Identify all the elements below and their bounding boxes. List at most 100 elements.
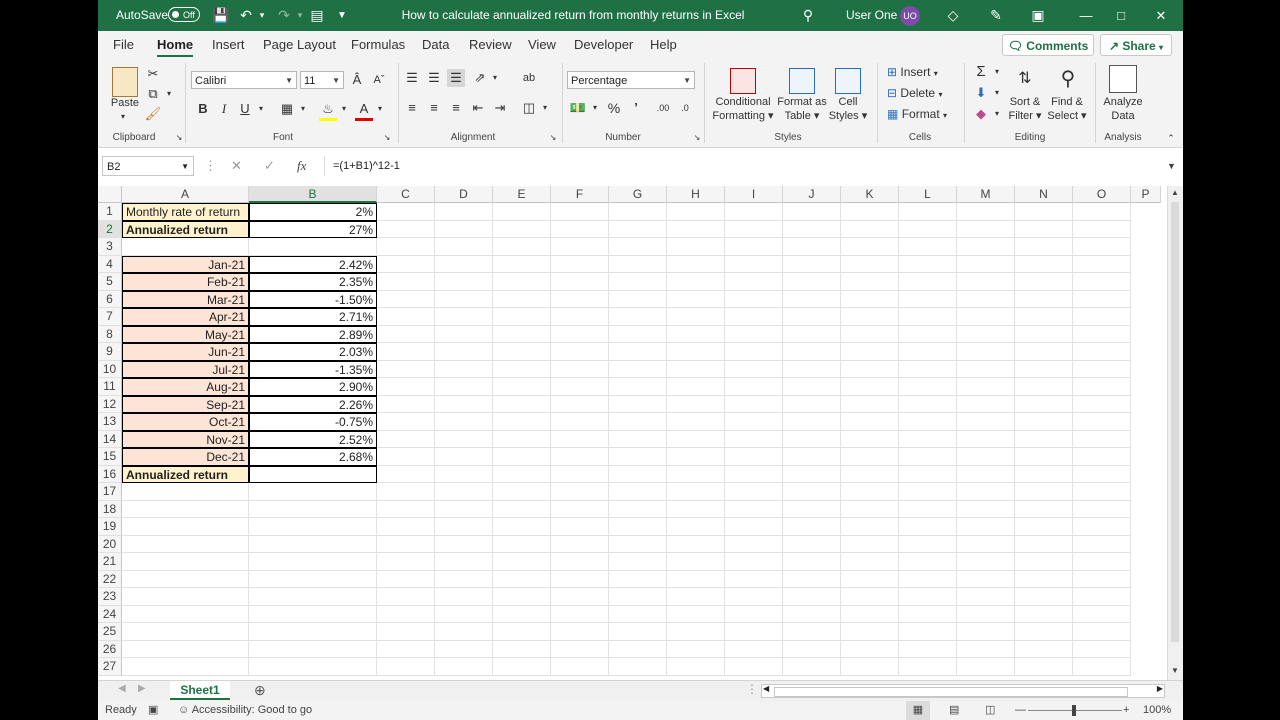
- cell-e20[interactable]: [493, 535, 551, 553]
- cell-i7[interactable]: [725, 308, 783, 326]
- cell-c24[interactable]: [377, 605, 435, 623]
- cell-o5[interactable]: [1073, 273, 1131, 291]
- cell-k17[interactable]: [841, 483, 899, 501]
- cell-i17[interactable]: [725, 483, 783, 501]
- cell-o8[interactable]: [1073, 325, 1131, 343]
- cell-d4[interactable]: [435, 255, 493, 273]
- cell-g19[interactable]: [609, 518, 667, 536]
- cell-e12[interactable]: [493, 395, 551, 413]
- cell-b5[interactable]: 2.35%: [249, 273, 377, 291]
- cell-i20[interactable]: [725, 535, 783, 553]
- cell-h26[interactable]: [667, 640, 725, 658]
- percent-style-icon[interactable]: %: [605, 99, 623, 117]
- cell-h2[interactable]: [667, 220, 725, 238]
- column-header-b[interactable]: B: [249, 186, 377, 203]
- cell-d25[interactable]: [435, 623, 493, 641]
- cell-f11[interactable]: [551, 378, 609, 396]
- cell-m17[interactable]: [957, 483, 1015, 501]
- cell-g9[interactable]: [609, 343, 667, 361]
- row-header-1[interactable]: 1: [98, 203, 122, 221]
- cell-i15[interactable]: [725, 448, 783, 466]
- cell-d9[interactable]: [435, 343, 493, 361]
- cell-k14[interactable]: [841, 430, 899, 448]
- cell-j19[interactable]: [783, 518, 841, 536]
- cell-f27[interactable]: [551, 658, 609, 676]
- cell-c1[interactable]: [377, 203, 435, 221]
- cell-d5[interactable]: [435, 273, 493, 291]
- cell-j9[interactable]: [783, 343, 841, 361]
- find-select-icon[interactable]: ⚲: [1054, 65, 1082, 93]
- cell-h3[interactable]: [667, 238, 725, 256]
- cell-n15[interactable]: [1015, 448, 1073, 466]
- delete-cells-button[interactable]: ⊟ Delete ▾: [887, 86, 942, 100]
- cell-g21[interactable]: [609, 553, 667, 571]
- horizontal-scrollbar[interactable]: ◀ ▶: [761, 684, 1165, 698]
- cell-j4[interactable]: [783, 255, 841, 273]
- row-header-12[interactable]: 12: [98, 395, 122, 413]
- cell-j11[interactable]: [783, 378, 841, 396]
- cell-c23[interactable]: [377, 588, 435, 606]
- cell-d19[interactable]: [435, 518, 493, 536]
- ribbon-display-icon[interactable]: ▣: [1028, 0, 1048, 31]
- form-icon[interactable]: ▤: [307, 0, 327, 31]
- row-header-9[interactable]: 9: [98, 343, 122, 361]
- cell-n18[interactable]: [1015, 500, 1073, 518]
- cell-c26[interactable]: [377, 640, 435, 658]
- cell-e11[interactable]: [493, 378, 551, 396]
- cell-g10[interactable]: [609, 360, 667, 378]
- row-header-8[interactable]: 8: [98, 325, 122, 343]
- cell-o12[interactable]: [1073, 395, 1131, 413]
- cell-l4[interactable]: [899, 255, 957, 273]
- zoom-in-icon[interactable]: +: [1123, 701, 1129, 720]
- cell-j8[interactable]: [783, 325, 841, 343]
- cell-a17[interactable]: [122, 483, 249, 501]
- cell-o7[interactable]: [1073, 308, 1131, 326]
- copy-dropdown-icon[interactable]: ▾: [160, 85, 178, 103]
- cell-e23[interactable]: [493, 588, 551, 606]
- zoom-level[interactable]: 100%: [1143, 701, 1171, 720]
- cell-i11[interactable]: [725, 378, 783, 396]
- row-header-26[interactable]: 26: [98, 640, 122, 658]
- cell-c2[interactable]: [377, 220, 435, 238]
- increase-indent-icon[interactable]: ⇥: [491, 99, 509, 117]
- orientation-dropdown-icon[interactable]: ▾: [486, 69, 504, 87]
- cell-c19[interactable]: [377, 518, 435, 536]
- cell-m11[interactable]: [957, 378, 1015, 396]
- row-header-20[interactable]: 20: [98, 535, 122, 553]
- cell-h9[interactable]: [667, 343, 725, 361]
- cell-o1[interactable]: [1073, 203, 1131, 221]
- cell-b23[interactable]: [249, 588, 377, 606]
- cell-d7[interactable]: [435, 308, 493, 326]
- column-header-n[interactable]: N: [1015, 186, 1073, 203]
- cell-o25[interactable]: [1073, 623, 1131, 641]
- column-header-g[interactable]: G: [609, 186, 667, 203]
- cell-i19[interactable]: [725, 518, 783, 536]
- cell-l7[interactable]: [899, 308, 957, 326]
- cell-c27[interactable]: [377, 658, 435, 676]
- cell-h20[interactable]: [667, 535, 725, 553]
- cell-l21[interactable]: [899, 553, 957, 571]
- cell-h18[interactable]: [667, 500, 725, 518]
- cell-j23[interactable]: [783, 588, 841, 606]
- cell-g12[interactable]: [609, 395, 667, 413]
- tab-insert[interactable]: Insert: [212, 31, 245, 59]
- cell-b11[interactable]: 2.90%: [249, 378, 377, 396]
- tab-split-handle[interactable]: ⋮: [746, 682, 758, 696]
- cell-a24[interactable]: [122, 605, 249, 623]
- close-icon[interactable]: ✕: [1138, 0, 1183, 31]
- cell-k3[interactable]: [841, 238, 899, 256]
- cell-a2[interactable]: Annualized return: [122, 220, 249, 238]
- cell-f9[interactable]: [551, 343, 609, 361]
- insert-cells-button[interactable]: ⊞ Insert ▾: [887, 65, 938, 79]
- cut-icon[interactable]: ✂: [144, 65, 162, 83]
- cell-c21[interactable]: [377, 553, 435, 571]
- cell-k27[interactable]: [841, 658, 899, 676]
- cell-a11[interactable]: Aug-21: [122, 378, 249, 396]
- cell-l2[interactable]: [899, 220, 957, 238]
- cell-l9[interactable]: [899, 343, 957, 361]
- cell-i3[interactable]: [725, 238, 783, 256]
- cell-n24[interactable]: [1015, 605, 1073, 623]
- cell-g16[interactable]: [609, 465, 667, 483]
- cell-m26[interactable]: [957, 640, 1015, 658]
- font-size-box[interactable]: 11 ▼: [300, 71, 344, 89]
